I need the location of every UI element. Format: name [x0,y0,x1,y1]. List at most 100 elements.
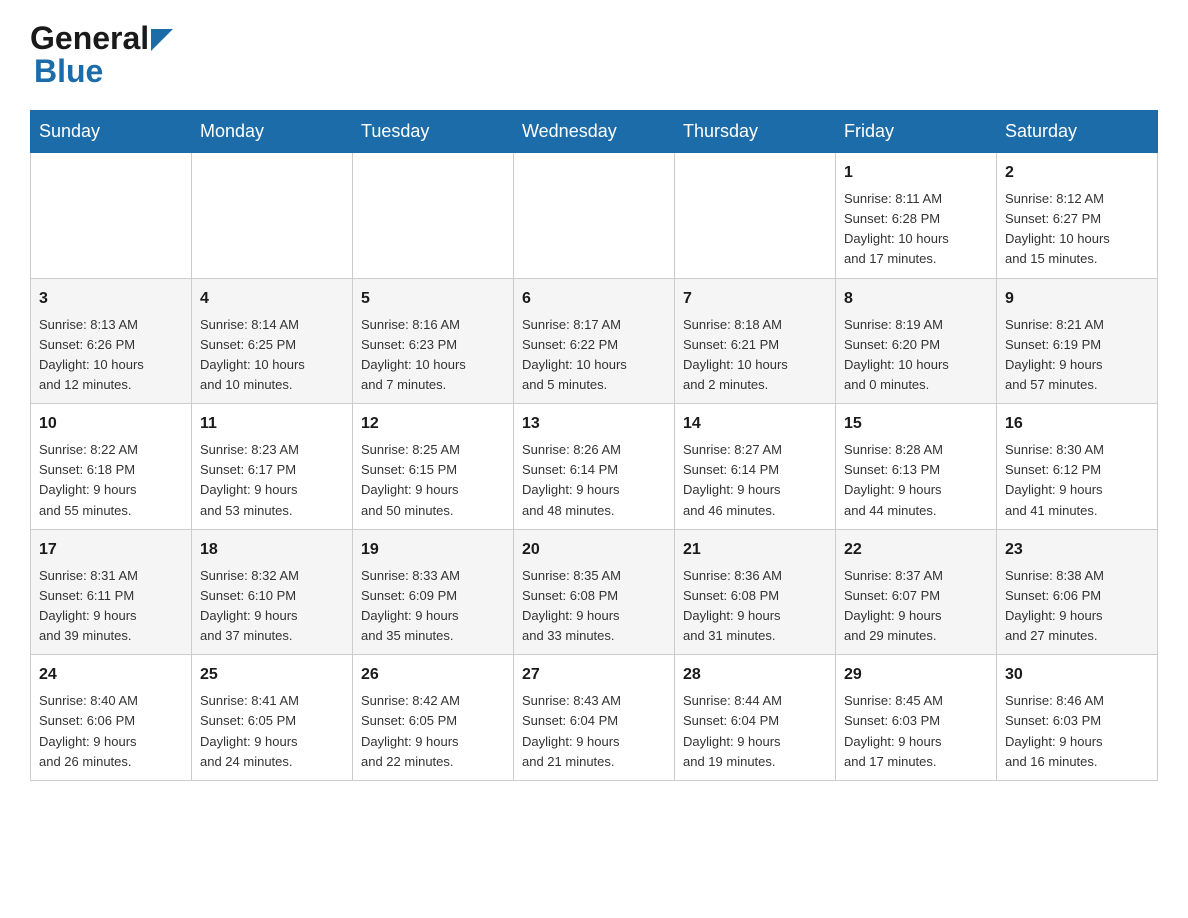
day-info: Sunrise: 8:33 AM Sunset: 6:09 PM Dayligh… [361,566,505,647]
day-info: Sunrise: 8:18 AM Sunset: 6:21 PM Dayligh… [683,315,827,396]
day-info: Sunrise: 8:35 AM Sunset: 6:08 PM Dayligh… [522,566,666,647]
day-info: Sunrise: 8:11 AM Sunset: 6:28 PM Dayligh… [844,189,988,270]
day-number: 17 [39,538,183,562]
calendar-table: SundayMondayTuesdayWednesdayThursdayFrid… [30,110,1158,781]
weekday-header-sunday: Sunday [31,111,192,153]
day-number: 25 [200,663,344,687]
day-info: Sunrise: 8:22 AM Sunset: 6:18 PM Dayligh… [39,440,183,521]
calendar-cell: 4 Sunrise: 8:14 AM Sunset: 6:25 PM Daylig… [192,278,353,404]
day-number: 23 [1005,538,1149,562]
day-info: Sunrise: 8:37 AM Sunset: 6:07 PM Dayligh… [844,566,988,647]
day-number: 13 [522,412,666,436]
day-number: 9 [1005,287,1149,311]
header: General Blue [30,20,1158,90]
calendar-cell: 18Sunrise: 8:32 AM Sunset: 6:10 PM Dayli… [192,529,353,655]
calendar-cell: 28 Sunrise: 8:44 AM Sunset: 6:04 PM Dayli… [675,655,836,781]
calendar-cell: 12Sunrise: 8:25 AM Sunset: 6:15 PM Dayli… [353,404,514,530]
day-info: Sunrise: 8:40 AM Sunset: 6:06 PM Dayligh… [39,691,183,772]
day-info: Sunrise: 8:41 AM Sunset: 6:05 PM Dayligh… [200,691,344,772]
day-number: 12 [361,412,505,436]
day-number: 26 [361,663,505,687]
calendar-cell: 5Sunrise: 8:16 AM Sunset: 6:23 PM Daylig… [353,278,514,404]
calendar-cell: 20 Sunrise: 8:35 AM Sunset: 6:08 PM Dayli… [514,529,675,655]
calendar-cell: 17 Sunrise: 8:31 AM Sunset: 6:11 PM Dayli… [31,529,192,655]
day-info: Sunrise: 8:36 AM Sunset: 6:08 PM Dayligh… [683,566,827,647]
calendar-cell: 10 Sunrise: 8:22 AM Sunset: 6:18 PM Dayli… [31,404,192,530]
calendar-cell: 27Sunrise: 8:43 AM Sunset: 6:04 PM Dayli… [514,655,675,781]
day-info: Sunrise: 8:17 AM Sunset: 6:22 PM Dayligh… [522,315,666,396]
day-number: 2 [1005,161,1149,185]
day-number: 14 [683,412,827,436]
day-info: Sunrise: 8:13 AM Sunset: 6:26 PM Dayligh… [39,315,183,396]
calendar-cell: 8 Sunrise: 8:19 AM Sunset: 6:20 PM Daylig… [836,278,997,404]
day-number: 22 [844,538,988,562]
calendar-cell: 25 Sunrise: 8:41 AM Sunset: 6:05 PM Dayli… [192,655,353,781]
day-number: 18 [200,538,344,562]
day-info: Sunrise: 8:45 AM Sunset: 6:03 PM Dayligh… [844,691,988,772]
calendar-cell: 30 Sunrise: 8:46 AM Sunset: 6:03 PM Dayli… [997,655,1158,781]
day-number: 16 [1005,412,1149,436]
day-number: 19 [361,538,505,562]
day-info: Sunrise: 8:12 AM Sunset: 6:27 PM Dayligh… [1005,189,1149,270]
logo-general-text: General [30,20,149,57]
day-info: Sunrise: 8:27 AM Sunset: 6:14 PM Dayligh… [683,440,827,521]
week-row-1: 1 Sunrise: 8:11 AM Sunset: 6:28 PM Daylig… [31,153,1158,279]
day-info: Sunrise: 8:26 AM Sunset: 6:14 PM Dayligh… [522,440,666,521]
calendar-cell: 9 Sunrise: 8:21 AM Sunset: 6:19 PM Daylig… [997,278,1158,404]
day-info: Sunrise: 8:31 AM Sunset: 6:11 PM Dayligh… [39,566,183,647]
day-info: Sunrise: 8:14 AM Sunset: 6:25 PM Dayligh… [200,315,344,396]
calendar-cell: 21 Sunrise: 8:36 AM Sunset: 6:08 PM Dayli… [675,529,836,655]
week-row-5: 24 Sunrise: 8:40 AM Sunset: 6:06 PM Dayli… [31,655,1158,781]
day-info: Sunrise: 8:19 AM Sunset: 6:20 PM Dayligh… [844,315,988,396]
week-row-2: 3 Sunrise: 8:13 AM Sunset: 6:26 PM Daylig… [31,278,1158,404]
day-number: 7 [683,287,827,311]
day-number: 10 [39,412,183,436]
calendar-cell: 23Sunrise: 8:38 AM Sunset: 6:06 PM Dayli… [997,529,1158,655]
calendar-body: 1 Sunrise: 8:11 AM Sunset: 6:28 PM Daylig… [31,153,1158,781]
calendar-cell: 14 Sunrise: 8:27 AM Sunset: 6:14 PM Dayli… [675,404,836,530]
weekday-header-friday: Friday [836,111,997,153]
calendar-cell [514,153,675,279]
logo-arrow-icon [151,29,173,51]
day-number: 4 [200,287,344,311]
day-number: 27 [522,663,666,687]
week-row-4: 17 Sunrise: 8:31 AM Sunset: 6:11 PM Dayli… [31,529,1158,655]
day-number: 6 [522,287,666,311]
day-info: Sunrise: 8:21 AM Sunset: 6:19 PM Dayligh… [1005,315,1149,396]
day-info: Sunrise: 8:46 AM Sunset: 6:03 PM Dayligh… [1005,691,1149,772]
weekday-header-thursday: Thursday [675,111,836,153]
calendar-cell [353,153,514,279]
calendar-cell: 24 Sunrise: 8:40 AM Sunset: 6:06 PM Dayli… [31,655,192,781]
calendar-cell: 15Sunrise: 8:28 AM Sunset: 6:13 PM Dayli… [836,404,997,530]
day-number: 3 [39,287,183,311]
logo-blue-text: Blue [34,53,103,90]
day-info: Sunrise: 8:44 AM Sunset: 6:04 PM Dayligh… [683,691,827,772]
day-info: Sunrise: 8:16 AM Sunset: 6:23 PM Dayligh… [361,315,505,396]
calendar-cell: 7 Sunrise: 8:18 AM Sunset: 6:21 PM Daylig… [675,278,836,404]
calendar-cell: 11Sunrise: 8:23 AM Sunset: 6:17 PM Dayli… [192,404,353,530]
calendar-cell: 22 Sunrise: 8:37 AM Sunset: 6:07 PM Dayli… [836,529,997,655]
weekday-header-saturday: Saturday [997,111,1158,153]
calendar-cell [192,153,353,279]
day-number: 15 [844,412,988,436]
day-number: 24 [39,663,183,687]
day-number: 1 [844,161,988,185]
calendar-cell: 2 Sunrise: 8:12 AM Sunset: 6:27 PM Daylig… [997,153,1158,279]
day-number: 8 [844,287,988,311]
day-number: 21 [683,538,827,562]
week-row-3: 10 Sunrise: 8:22 AM Sunset: 6:18 PM Dayli… [31,404,1158,530]
calendar-cell: 6 Sunrise: 8:17 AM Sunset: 6:22 PM Daylig… [514,278,675,404]
weekday-header-row: SundayMondayTuesdayWednesdayThursdayFrid… [31,111,1158,153]
calendar-cell: 29 Sunrise: 8:45 AM Sunset: 6:03 PM Dayli… [836,655,997,781]
day-number: 30 [1005,663,1149,687]
day-number: 28 [683,663,827,687]
calendar-cell: 1 Sunrise: 8:11 AM Sunset: 6:28 PM Daylig… [836,153,997,279]
calendar-cell [31,153,192,279]
weekday-header-wednesday: Wednesday [514,111,675,153]
day-number: 29 [844,663,988,687]
day-number: 20 [522,538,666,562]
day-info: Sunrise: 8:42 AM Sunset: 6:05 PM Dayligh… [361,691,505,772]
day-number: 11 [200,412,344,436]
calendar-cell [675,153,836,279]
logo: General Blue [30,20,173,90]
